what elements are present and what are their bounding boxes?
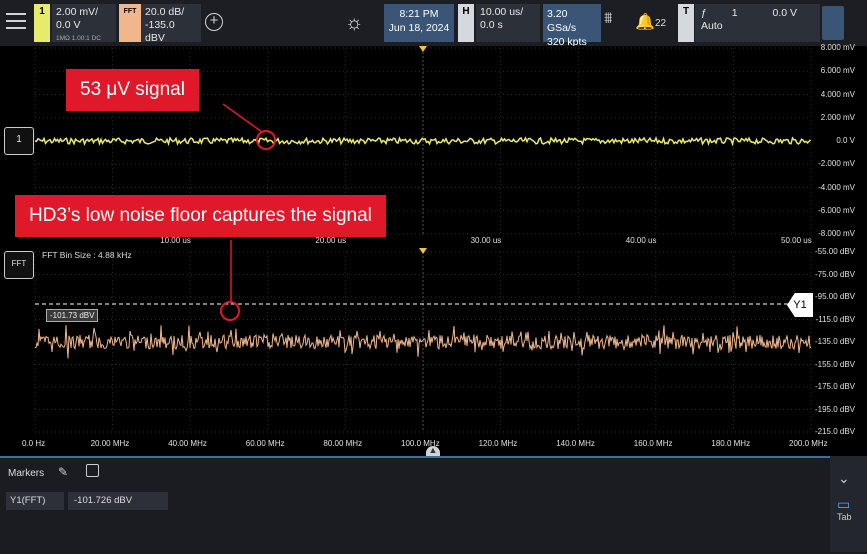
x-tick-label: 160.0 MHz bbox=[633, 439, 673, 448]
y-tick-label: -175.0 dBV bbox=[814, 382, 855, 391]
x-tick-label: 20.00 us bbox=[315, 236, 347, 245]
x-tick-label: 140.0 MHz bbox=[556, 439, 595, 448]
x-tick-label: 10.00 us bbox=[160, 236, 191, 245]
chevron-down-icon[interactable]: ⌄ bbox=[838, 470, 850, 487]
y-tick-label: -6.000 mV bbox=[818, 205, 855, 215]
side-panel: ⌄ ▭ Tab bbox=[830, 456, 867, 552]
folder-icon[interactable]: ▭ bbox=[837, 496, 850, 513]
x-tick-label: 30.00 us bbox=[470, 236, 502, 245]
x-tick-label: 50.00 us bbox=[781, 236, 812, 245]
x-tick-label: 40.00 us bbox=[625, 236, 657, 245]
pencil-icon[interactable]: ✎ bbox=[58, 465, 68, 479]
fft-center-marker bbox=[419, 248, 427, 254]
y-tick-label: -135.0 dBV bbox=[814, 337, 855, 346]
popout-icon[interactable] bbox=[86, 464, 99, 477]
noise-floor-callout: HD3’s low noise floor captures the signa… bbox=[15, 195, 386, 237]
marker-name: Y1(FFT) bbox=[6, 492, 64, 510]
cursor-readout: -101.73 dBV bbox=[46, 309, 99, 322]
markers-title: Markers bbox=[8, 468, 45, 479]
noise-marker-circle bbox=[220, 301, 240, 321]
x-tick-label: 120.0 MHz bbox=[478, 439, 518, 448]
x-tick-label: 40.00 MHz bbox=[168, 439, 207, 448]
x-tick-label: 60.00 MHz bbox=[245, 439, 285, 448]
signal-leader-line bbox=[222, 103, 263, 133]
x-tick-label: 80.00 MHz bbox=[323, 439, 363, 448]
y-tick-label: 8.000 mV bbox=[820, 43, 855, 52]
y-tick-label: 0.0 V bbox=[836, 136, 855, 145]
x-tick-label: 180.0 MHz bbox=[711, 439, 751, 448]
signal-marker-circle bbox=[256, 130, 276, 150]
tab-label[interactable]: Tab bbox=[837, 512, 852, 522]
y-tick-label: 2.000 mV bbox=[820, 112, 855, 122]
y-tick-label: -75.00 dBV bbox=[814, 269, 855, 279]
y-tick-label: -195.0 dBV bbox=[814, 404, 855, 414]
y-tick-label: 4.000 mV bbox=[820, 89, 855, 99]
marker-value: -101.726 dBV bbox=[68, 492, 168, 510]
y-tick-label: -4.000 mV bbox=[818, 182, 855, 192]
y-tick-label: -55.00 dBV bbox=[814, 247, 855, 256]
signal-callout: 53 μV signal bbox=[66, 69, 199, 111]
trigger-position-marker bbox=[419, 46, 427, 52]
x-tick-label: 20.00 MHz bbox=[90, 439, 130, 448]
fft-handle[interactable]: FFT bbox=[4, 251, 34, 279]
markers-panel: Markers ✎ Y1(FFT) -101.726 dBV bbox=[0, 456, 867, 554]
fft-bin-size: FFT Bin Size : 4.88 kHz bbox=[42, 250, 132, 260]
channel-1-handle[interactable]: 1 bbox=[4, 127, 34, 155]
y-tick-label: -155.0 dBV bbox=[814, 359, 855, 369]
y-tick-label: -215.0 dBV bbox=[814, 427, 855, 436]
x-tick-label: 0.0 Hz bbox=[22, 439, 46, 448]
y-tick-label: 6.000 mV bbox=[820, 66, 855, 76]
x-tick-label: 200.0 MHz bbox=[789, 439, 828, 448]
y-tick-label: -2.000 mV bbox=[818, 159, 855, 169]
